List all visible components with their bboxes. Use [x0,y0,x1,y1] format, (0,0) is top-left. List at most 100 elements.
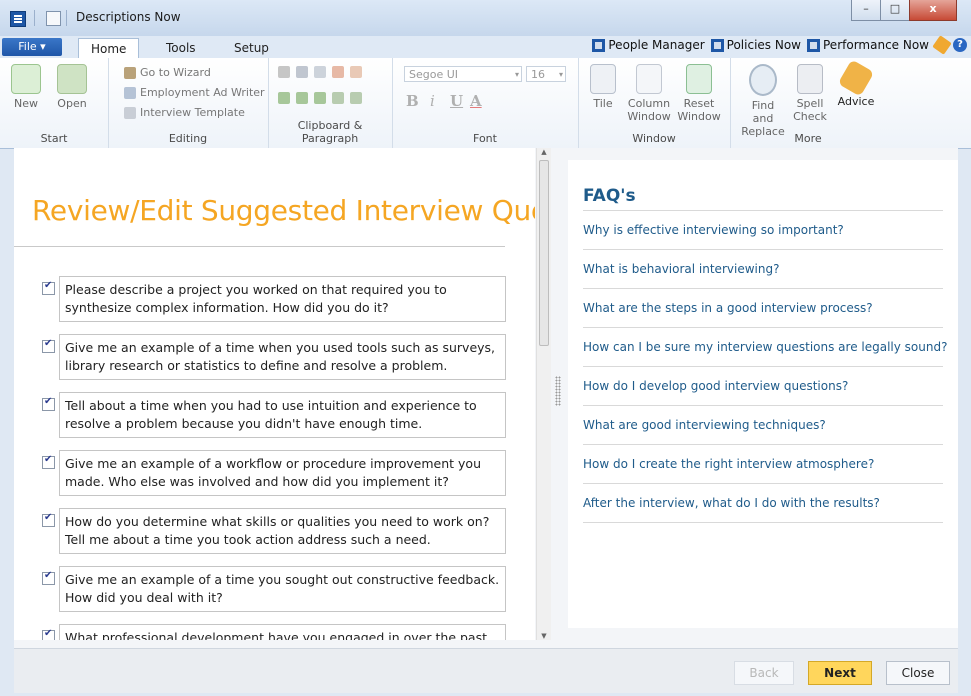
question-checkbox[interactable] [42,396,55,411]
wizard-footer: Back Next Close [14,648,958,693]
magnifier-icon [749,64,777,96]
window-controls: – □ x [851,0,957,21]
bold-button[interactable]: B [406,92,419,110]
tab-tools[interactable]: Tools [154,38,208,58]
font-family-select[interactable]: Segoe UI ▾ [404,66,522,82]
close-button[interactable]: Close [886,661,950,685]
question-checkbox[interactable] [42,454,55,469]
people-manager-link[interactable]: People Manager [592,38,705,52]
question-text-field[interactable]: Please describe a project you worked on … [59,276,506,322]
font-color-button[interactable]: A [470,92,482,110]
title-divider [14,246,505,247]
faq-link[interactable]: After the interview, what do I do with t… [583,483,943,523]
faq-link[interactable]: How can I be sure my interview questions… [583,327,947,366]
performance-now-link[interactable]: Performance Now [807,38,929,52]
redo-button[interactable] [350,66,366,78]
title-separator [34,10,35,26]
open-button[interactable]: Open [52,64,92,110]
policies-now-icon [710,38,724,52]
indent-button[interactable] [350,92,366,104]
copy-button[interactable] [314,66,330,78]
spell-check-button[interactable]: Spell Check [790,64,830,123]
app-icon[interactable] [10,11,26,27]
policies-now-link[interactable]: Policies Now [710,38,801,52]
advice-horn-icon[interactable] [932,35,952,55]
column-window-button[interactable]: Column Window [624,64,674,123]
question-checkbox[interactable] [42,512,55,527]
scrollbar-thumb[interactable] [539,160,549,346]
maximize-button[interactable]: □ [880,0,910,21]
question-text-field[interactable]: How do you determine what skills or qual… [59,508,506,554]
help-icon[interactable]: ? [953,38,967,52]
group-more: Find and Replace Spell Check Advice More [730,58,886,148]
file-tab[interactable]: File ▾ [2,38,62,56]
question-text-field[interactable]: Tell about a time when you had to use in… [59,392,506,438]
splitter-grip-icon[interactable] [555,376,561,406]
ad-writer-icon [124,86,136,99]
align-center-button[interactable] [296,92,312,104]
content-area: Review/Edit Suggested Interview Question… [14,148,958,648]
scroll-up-arrow-icon[interactable]: ▲ [537,148,551,156]
go-to-wizard-button[interactable]: Go to Wizard [124,66,211,79]
question-checkbox[interactable] [42,280,55,295]
reset-window-button[interactable]: Reset Window [676,64,722,123]
wand-icon [124,66,136,79]
undo-button[interactable] [332,66,348,78]
find-replace-button[interactable]: Find and Replace [740,64,786,138]
faq-link[interactable]: What are good interviewing techniques? [583,405,943,444]
interview-template-button[interactable]: Interview Template [124,106,245,119]
people-manager-icon [592,38,606,52]
chevron-down-icon: ▾ [514,70,519,79]
copy-icon [314,66,326,78]
app-window: Descriptions Now – □ x File ▾ Home Tools… [0,0,971,696]
align-left-button[interactable] [278,92,294,104]
next-button[interactable]: Next [808,661,872,685]
questions-pane: Review/Edit Suggested Interview Question… [14,148,535,640]
italic-button[interactable]: i [430,92,435,110]
question-checkbox[interactable] [42,628,55,640]
minimize-button[interactable]: – [851,0,881,21]
question-text-field[interactable]: Give me an example of a time you sought … [59,566,506,612]
performance-now-icon [807,38,820,52]
questions-scrollbar[interactable]: ▲ ▼ [536,148,551,640]
indent-icon [350,92,362,104]
save-icon[interactable] [46,11,61,26]
outdent-icon [332,92,344,104]
faq-link[interactable]: What are the steps in a good interview p… [583,288,943,327]
faq-link[interactable]: What is behavioral interviewing? [583,249,943,288]
reset-window-icon [686,64,712,94]
new-button[interactable]: New [6,64,46,110]
outdent-button[interactable] [332,92,348,104]
tab-setup[interactable]: Setup [222,38,281,58]
tile-button[interactable]: Tile [586,64,620,110]
back-button[interactable]: Back [734,661,794,685]
page-title: Review/Edit Suggested Interview Question… [32,194,535,227]
question-text-field[interactable]: What professional development have you e… [59,624,506,640]
align-right-button[interactable] [314,92,330,104]
group-editing: Go to Wizard Employment Ad Writer Interv… [108,58,269,148]
group-window: Tile Column Window Reset Window Window [578,58,731,148]
pane-splitter[interactable] [552,148,568,640]
group-label-window: Window [632,132,676,145]
question-checkbox[interactable] [42,338,55,353]
faq-link[interactable]: How do I create the right interview atmo… [583,444,943,483]
question-checkbox[interactable] [42,570,55,585]
advice-button[interactable]: Advice [834,59,878,108]
group-label-more: More [794,132,822,145]
employment-ad-writer-button[interactable]: Employment Ad Writer [124,86,265,99]
underline-button[interactable]: U [450,92,463,110]
faq-link[interactable]: Why is effective interviewing so importa… [583,210,943,249]
faq-link[interactable]: How do I develop good interview question… [583,366,943,405]
tab-home[interactable]: Home [78,38,140,59]
question-text-field[interactable]: Give me an example of a time when you us… [59,334,506,380]
close-window-button[interactable]: x [909,0,957,21]
cut-button[interactable] [296,66,312,78]
template-icon [124,106,136,119]
align-right-icon [314,92,326,104]
faq-title: FAQ's [583,186,636,206]
paste-button[interactable] [278,66,294,78]
question-text-field[interactable]: Give me an example of a workflow or proc… [59,450,506,496]
scroll-down-arrow-icon[interactable]: ▼ [537,632,551,640]
font-size-select[interactable]: 16 ▾ [526,66,566,82]
group-clipboard-paragraph: Clipboard & Paragraph [268,58,393,148]
